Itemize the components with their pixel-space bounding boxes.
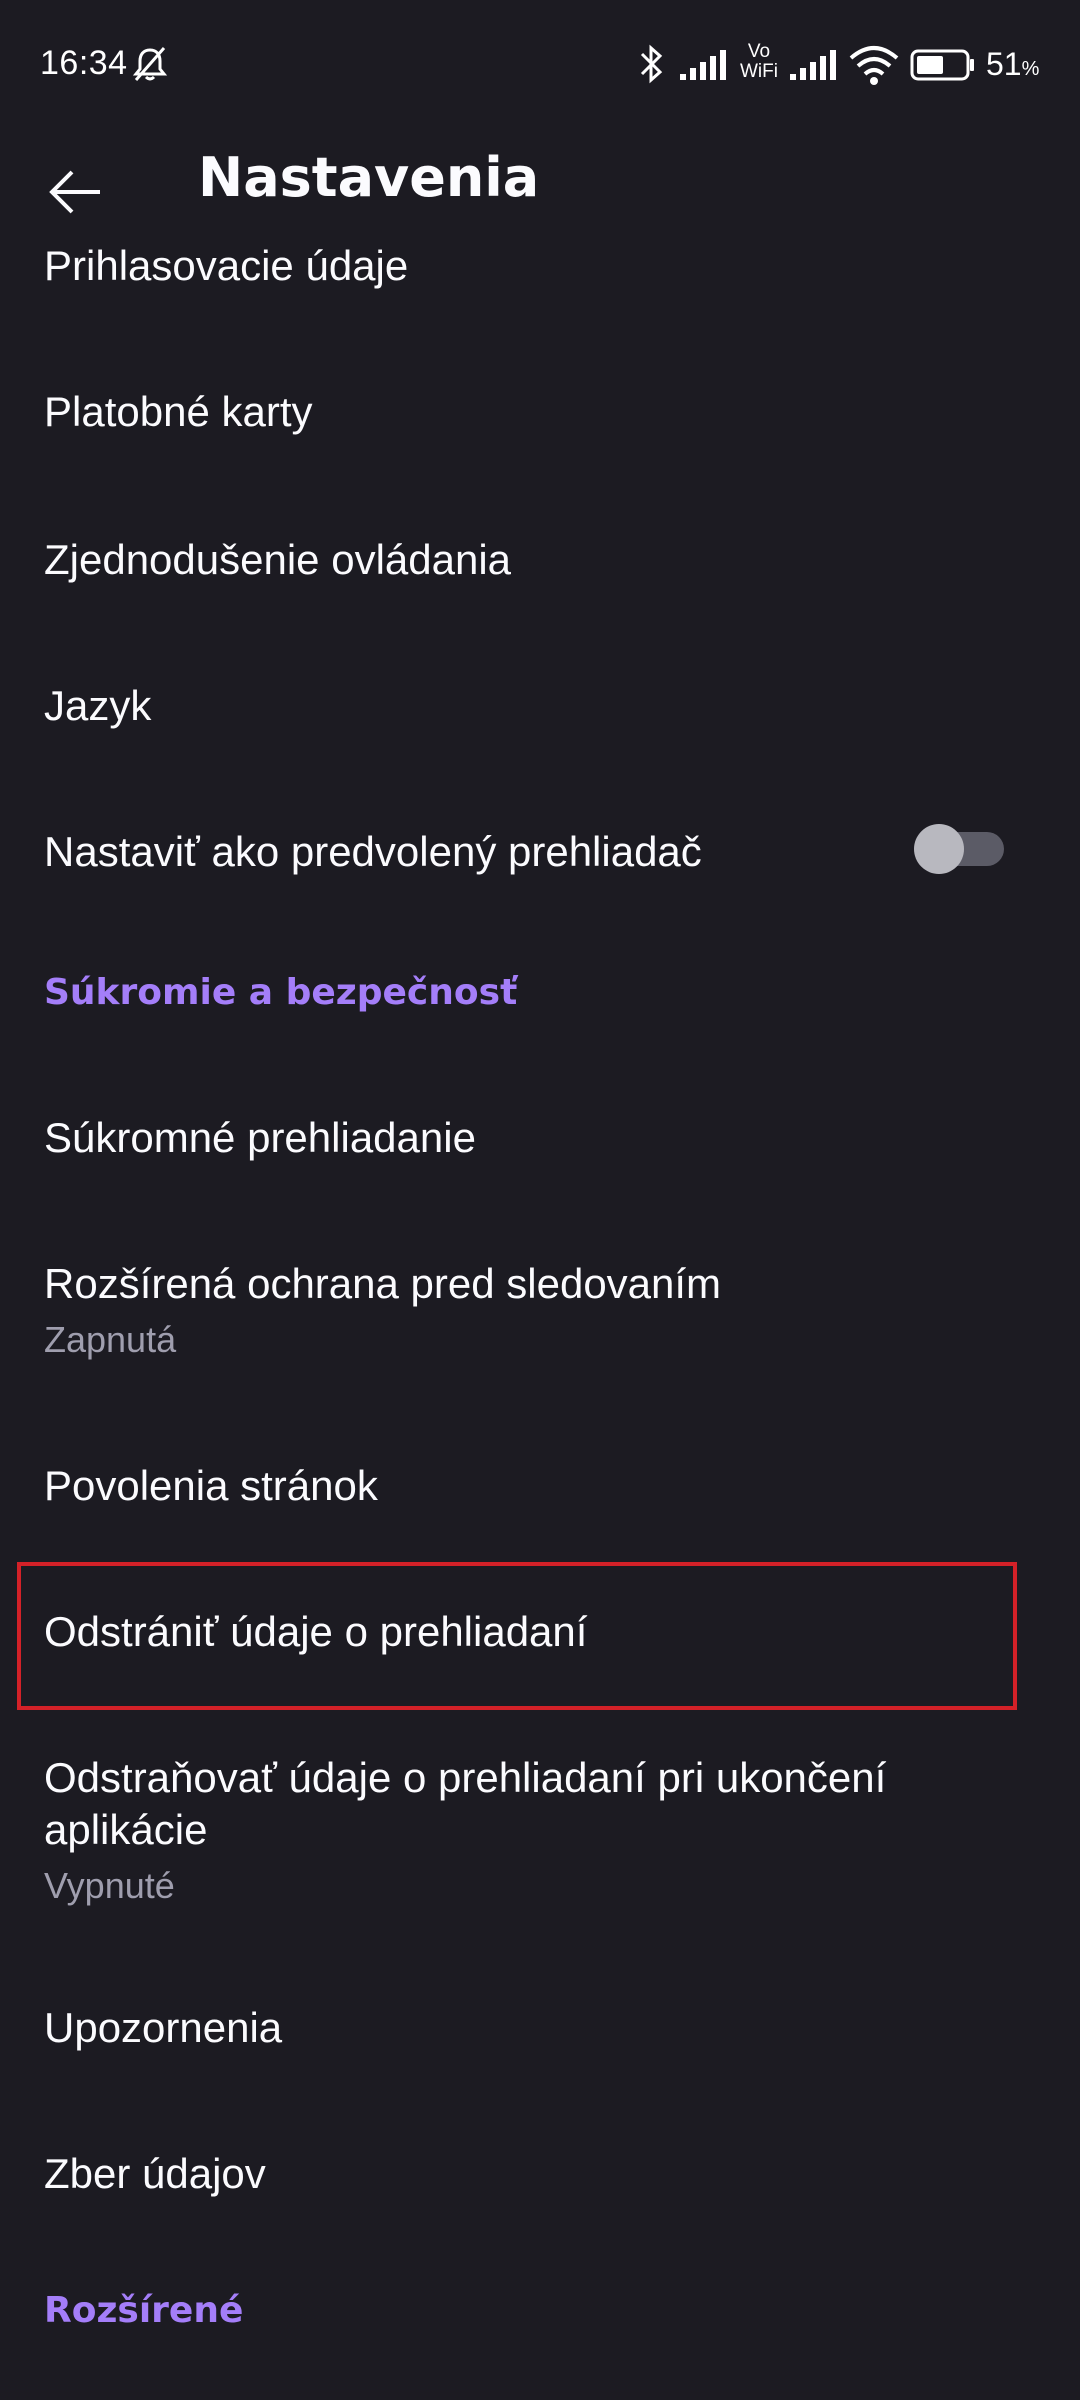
settings-item-site-permissions[interactable]: Povolenia stránok: [0, 1460, 1080, 1512]
settings-item-delete-browsing-data[interactable]: Odstrániť údaje o prehliadaní: [0, 1606, 1080, 1658]
settings-item-default-browser[interactable]: Nastaviť ako predvolený prehliadač: [0, 824, 1080, 906]
back-button[interactable]: [30, 146, 122, 238]
settings-item-delete-data-on-quit[interactable]: Odstraňovať údaje o prehliadaní pri ukon…: [0, 1752, 1080, 1908]
page-title: Nastavenia: [198, 146, 540, 209]
battery-icon: [910, 49, 974, 81]
settings-item-payment-cards[interactable]: Platobné karty: [0, 386, 1080, 438]
item-title: Rozšírená ochrana pred sledovaním: [44, 1260, 722, 1307]
section-header-advanced: Rozšírené: [44, 2290, 244, 2331]
item-title: Platobné karty: [44, 388, 313, 435]
toolbar: Nastavenia: [0, 128, 1080, 232]
bell-muted-icon: [132, 47, 168, 81]
item-title: Zjednodušenie ovládania: [44, 536, 512, 583]
bluetooth-icon: [640, 44, 663, 84]
status-time: 16:34: [40, 44, 128, 82]
wifi-icon: [849, 46, 899, 85]
default-browser-toggle[interactable]: [914, 824, 1004, 874]
item-title: Súkromné prehliadanie: [44, 1114, 476, 1161]
battery-percentage: 51%: [986, 46, 1040, 82]
item-title: Odstraňovať údaje o prehliadaní pri ukon…: [44, 1754, 887, 1853]
item-summary: Vypnuté: [44, 1865, 175, 1906]
item-title: Jazyk: [44, 682, 152, 729]
status-bar: 16:34 Vo WiFi 51%: [0, 0, 1080, 128]
arrow-left-icon: [49, 170, 100, 214]
signal-icon: [680, 50, 726, 80]
item-title: Povolenia stránok: [44, 1462, 378, 1509]
settings-item-data-collection[interactable]: Zber údajov: [0, 2148, 1080, 2200]
vowifi-label: Vo WiFi: [740, 41, 778, 82]
item-title: Zber údajov: [44, 2150, 266, 2197]
item-title: Odstrániť údaje o prehliadaní: [44, 1608, 588, 1655]
item-summary: Zapnutá: [44, 1319, 177, 1360]
settings-item-logins[interactable]: Prihlasovacie údaje: [0, 240, 1080, 292]
toggle-thumb: [914, 824, 964, 874]
item-title: Upozornenia: [44, 2004, 283, 2051]
settings-screen: 16:34 Vo WiFi 51% Nastavenia Prihlasovac…: [0, 0, 1080, 2400]
item-title: Prihlasovacie údaje: [44, 242, 409, 289]
item-title: Nastaviť ako predvolený prehliadač: [44, 828, 702, 875]
settings-item-accessibility[interactable]: Zjednodušenie ovládania: [0, 534, 1080, 586]
settings-item-private-browsing[interactable]: Súkromné prehliadanie: [0, 1112, 1080, 1164]
settings-item-language[interactable]: Jazyk: [0, 680, 1080, 732]
section-header-privacy: Súkromie a bezpečnosť: [44, 972, 518, 1013]
settings-item-notifications[interactable]: Upozornenia: [0, 2002, 1080, 2054]
settings-item-tracking-protection[interactable]: Rozšírená ochrana pred sledovaním Zapnut…: [0, 1258, 1080, 1362]
signal-icon-secondary: [790, 50, 836, 80]
